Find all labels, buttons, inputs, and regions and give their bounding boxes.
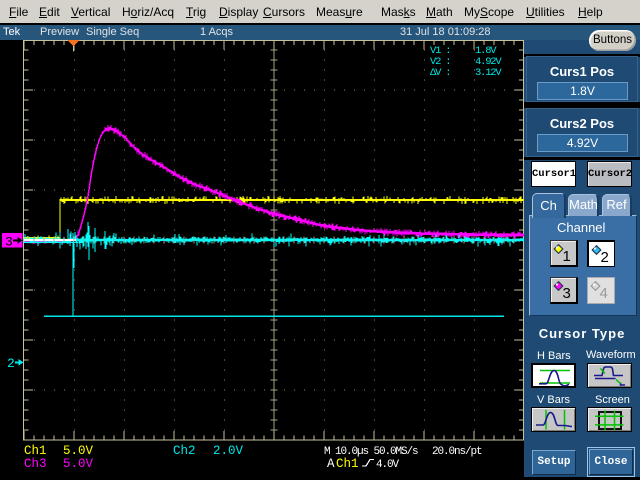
svg-text:Ch2: Ch2 [173,444,196,458]
svg-text:20.0ns/pt: 20.0ns/pt [432,446,482,458]
svg-text:M 10.0µs 50.0MS/s: M 10.0µs 50.0MS/s [324,446,418,458]
svg-text:3: 3 [5,235,13,250]
svg-text:3: 3 [563,285,571,302]
svg-text:1: 1 [563,248,571,265]
svg-text:4.0V: 4.0V [376,459,400,471]
svg-text:2: 2 [601,249,609,266]
svg-text:2: 2 [7,356,15,371]
svg-text:3.12V: 3.12V [475,67,502,79]
svg-text:ΔV :: ΔV : [430,67,450,79]
svg-text:Ch1: Ch1 [24,444,47,458]
svg-text:A: A [327,457,335,471]
svg-text:2.0V: 2.0V [213,444,244,458]
svg-text:5.0V: 5.0V [63,457,94,471]
svg-text:5.0V: 5.0V [63,444,94,458]
svg-text:4: 4 [600,285,608,302]
svg-text:Ch1: Ch1 [336,457,359,471]
svg-text:Ch3: Ch3 [24,457,47,471]
